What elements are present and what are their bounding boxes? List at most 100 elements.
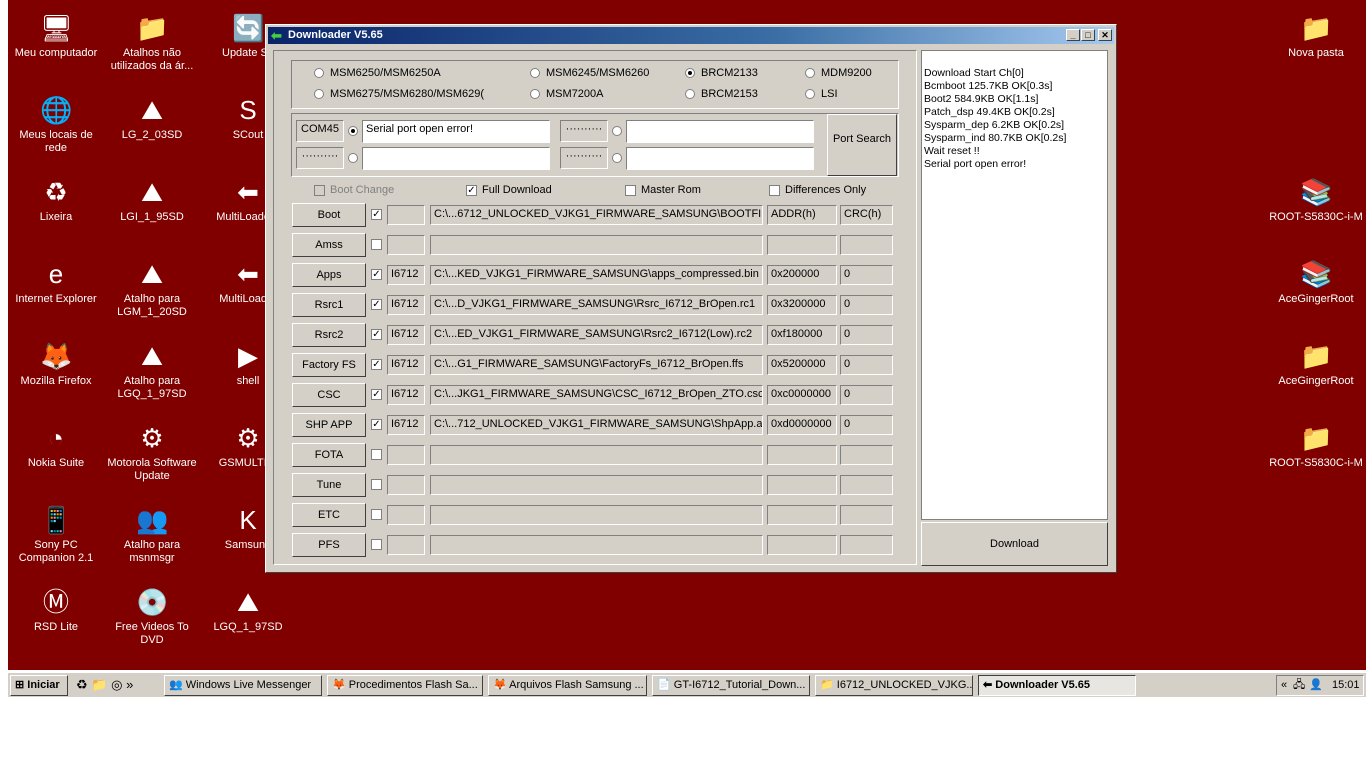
desktop-icon[interactable]: 📱 Sony PC Companion 2.1: [8, 492, 104, 565]
radio-circle[interactable]: [530, 89, 540, 100]
download-button[interactable]: Download: [921, 522, 1108, 566]
maximize-button[interactable]: □: [1081, 29, 1095, 41]
row-button-rsrc1[interactable]: Rsrc1: [292, 293, 366, 317]
chipset-radio[interactable]: MDM9200: [805, 67, 872, 79]
media-quicklaunch-icon[interactable]: ◎: [111, 677, 122, 692]
desktop-icon[interactable]: ⛰ LGI_1_95SD: [104, 164, 200, 224]
port-search-button[interactable]: Port Search: [827, 114, 897, 176]
quicklaunch-chevron[interactable]: »: [126, 677, 133, 692]
desktop-icon[interactable]: 📁 Atalhos não utilizados da ár...: [104, 0, 200, 73]
row-path-field[interactable]: [430, 535, 763, 555]
row-button-csc[interactable]: CSC: [292, 383, 366, 407]
row-path-field[interactable]: C:\...G1_FIRMWARE_SAMSUNG\FactoryFs_I671…: [430, 355, 763, 375]
row-button-etc[interactable]: ETC: [292, 503, 366, 527]
row-button-rsrc2[interactable]: Rsrc2: [292, 323, 366, 347]
desktop-icon[interactable]: ♻ Lixeira: [8, 164, 104, 224]
row-button-apps[interactable]: Apps: [292, 263, 366, 287]
row-enable-checkbox[interactable]: [371, 449, 382, 460]
radio-circle[interactable]: [612, 153, 622, 164]
minimize-button[interactable]: _: [1066, 29, 1080, 41]
row-path-field[interactable]: C:\...6712_UNLOCKED_VJKG1_FIRMWARE_SAMSU…: [430, 205, 763, 225]
option-checkbox[interactable]: [769, 185, 780, 196]
desktop-icon[interactable]: ⛰ LGQ_1_97SD: [200, 574, 296, 634]
radio-circle[interactable]: [348, 153, 358, 164]
chipset-radio[interactable]: BRCM2133: [685, 67, 758, 79]
desktop-icon[interactable]: 🖥 Meu computador: [8, 0, 104, 60]
network-icon[interactable]: 🖧: [1293, 676, 1305, 695]
desktop-icon[interactable]: e Internet Explorer: [8, 246, 104, 306]
taskbar-button[interactable]: 📄 GT-I6712_Tutorial_Down...: [652, 675, 810, 696]
desktop-icon[interactable]: 💿 Free Videos To DVD: [104, 574, 200, 647]
desktop-icon[interactable]: 📚 ROOT-S5830C-i-M: [1268, 164, 1364, 224]
row-enable-checkbox[interactable]: ✓: [371, 389, 382, 400]
row-button-factory-fs[interactable]: Factory FS: [292, 353, 366, 377]
row-enable-checkbox[interactable]: ✓: [371, 299, 382, 310]
row-path-field[interactable]: C:\...KED_VJKG1_FIRMWARE_SAMSUNG\apps_co…: [430, 265, 763, 285]
chipset-radio[interactable]: MSM6245/MSM6260: [530, 67, 649, 79]
desktop-icon[interactable]: ◔ Nokia Suite: [8, 410, 104, 470]
row-button-shp-app[interactable]: SHP APP: [292, 413, 366, 437]
row-enable-checkbox[interactable]: ✓: [371, 269, 382, 280]
row-path-field[interactable]: [430, 235, 763, 255]
radio-circle[interactable]: [685, 68, 695, 79]
row-path-field[interactable]: [430, 505, 763, 525]
row-enable-checkbox[interactable]: [371, 509, 382, 520]
desktop-icon[interactable]: 📁 ROOT-S5830C-i-M: [1268, 410, 1364, 470]
radio-circle[interactable]: [805, 89, 815, 100]
log-output[interactable]: Download Start Ch[0] Bcmboot 125.7KB OK[0…: [921, 50, 1108, 520]
radio-circle[interactable]: [314, 89, 324, 100]
desktop-icon[interactable]: ⚙ Motorola Software Update: [104, 410, 200, 483]
chipset-radio[interactable]: MSM7200A: [530, 88, 603, 100]
row-path-field[interactable]: C:\...ED_VJKG1_FIRMWARE_SAMSUNG\Rsrc2_I6…: [430, 325, 763, 345]
row-path-field[interactable]: [430, 475, 763, 495]
chipset-radio[interactable]: MSM6275/MSM6280/MSM629(: [314, 88, 484, 100]
taskbar-button[interactable]: 📁 I6712_UNLOCKED_VJKG...: [815, 675, 973, 696]
desktop-icon[interactable]: Ⓜ RSD Lite: [8, 574, 104, 634]
desktop-icon[interactable]: ⛰ Atalho para LGQ_1_97SD: [104, 328, 200, 401]
chipset-radio[interactable]: LSI: [805, 88, 838, 100]
taskbar-button[interactable]: 🦊 Arquivos Flash Samsung ...: [488, 675, 647, 696]
desktop-icon[interactable]: 🌐 Meus locais de rede: [8, 82, 104, 155]
row-path-field[interactable]: C:\...712_UNLOCKED_VJKG1_FIRMWARE_SAMSUN…: [430, 415, 763, 435]
title-bar[interactable]: ⬅ Downloader V5.65 _ □ ✕: [268, 27, 1114, 44]
radio-circle[interactable]: [348, 126, 358, 137]
option-checkbox[interactable]: [625, 185, 636, 196]
close-button[interactable]: ✕: [1098, 29, 1112, 41]
desktop-icon[interactable]: 📚 AceGingerRoot: [1268, 246, 1364, 306]
row-enable-checkbox[interactable]: [371, 539, 382, 550]
desktop-icon[interactable]: 📁 Nova pasta: [1268, 0, 1364, 60]
radio-circle[interactable]: [530, 68, 540, 79]
row-enable-checkbox[interactable]: [371, 479, 382, 490]
row-button-amss[interactable]: Amss: [292, 233, 366, 257]
row-enable-checkbox[interactable]: ✓: [371, 359, 382, 370]
row-enable-checkbox[interactable]: ✓: [371, 329, 382, 340]
row-path-field[interactable]: C:\...D_VJKG1_FIRMWARE_SAMSUNG\Rsrc_I671…: [430, 295, 763, 315]
desktop-icon[interactable]: ⛰ LG_2_03SD: [104, 82, 200, 142]
taskbar-button[interactable]: ⬅ Downloader V5.65: [978, 675, 1136, 696]
tray-expand-chevron[interactable]: «: [1281, 676, 1287, 695]
row-enable-checkbox[interactable]: ✓: [371, 419, 382, 430]
radio-circle[interactable]: [314, 68, 324, 79]
row-enable-checkbox[interactable]: [371, 239, 382, 250]
row-path-field[interactable]: [430, 445, 763, 465]
chipset-radio[interactable]: BRCM2153: [685, 88, 758, 100]
option-checkbox[interactable]: ✓: [466, 185, 477, 196]
messenger-quicklaunch-icon[interactable]: ♻: [76, 677, 88, 692]
desktop-icon[interactable]: ⛰ Atalho para LGM_1_20SD: [104, 246, 200, 319]
taskbar-button[interactable]: 👥 Windows Live Messenger: [164, 675, 322, 696]
desktop-icon[interactable]: 📁 AceGingerRoot: [1268, 328, 1364, 388]
radio-circle[interactable]: [805, 68, 815, 79]
row-button-tune[interactable]: Tune: [292, 473, 366, 497]
radio-circle[interactable]: [612, 126, 622, 137]
row-path-field[interactable]: C:\...JKG1_FIRMWARE_SAMSUNG\CSC_I6712_Br…: [430, 385, 763, 405]
taskbar-button[interactable]: 🦊 Procedimentos Flash Sa...: [327, 675, 483, 696]
start-button[interactable]: ⊞ Iniciar: [10, 675, 68, 696]
chipset-radio[interactable]: MSM6250/MSM6250A: [314, 67, 441, 79]
user-icon[interactable]: 👤: [1309, 676, 1323, 695]
row-enable-checkbox[interactable]: ✓: [371, 209, 382, 220]
desktop-icon[interactable]: 🦊 Mozilla Firefox: [8, 328, 104, 388]
row-button-boot[interactable]: Boot: [292, 203, 366, 227]
row-button-fota[interactable]: FOTA: [292, 443, 366, 467]
radio-circle[interactable]: [685, 89, 695, 100]
folder-quicklaunch-icon[interactable]: 📁: [91, 677, 107, 692]
